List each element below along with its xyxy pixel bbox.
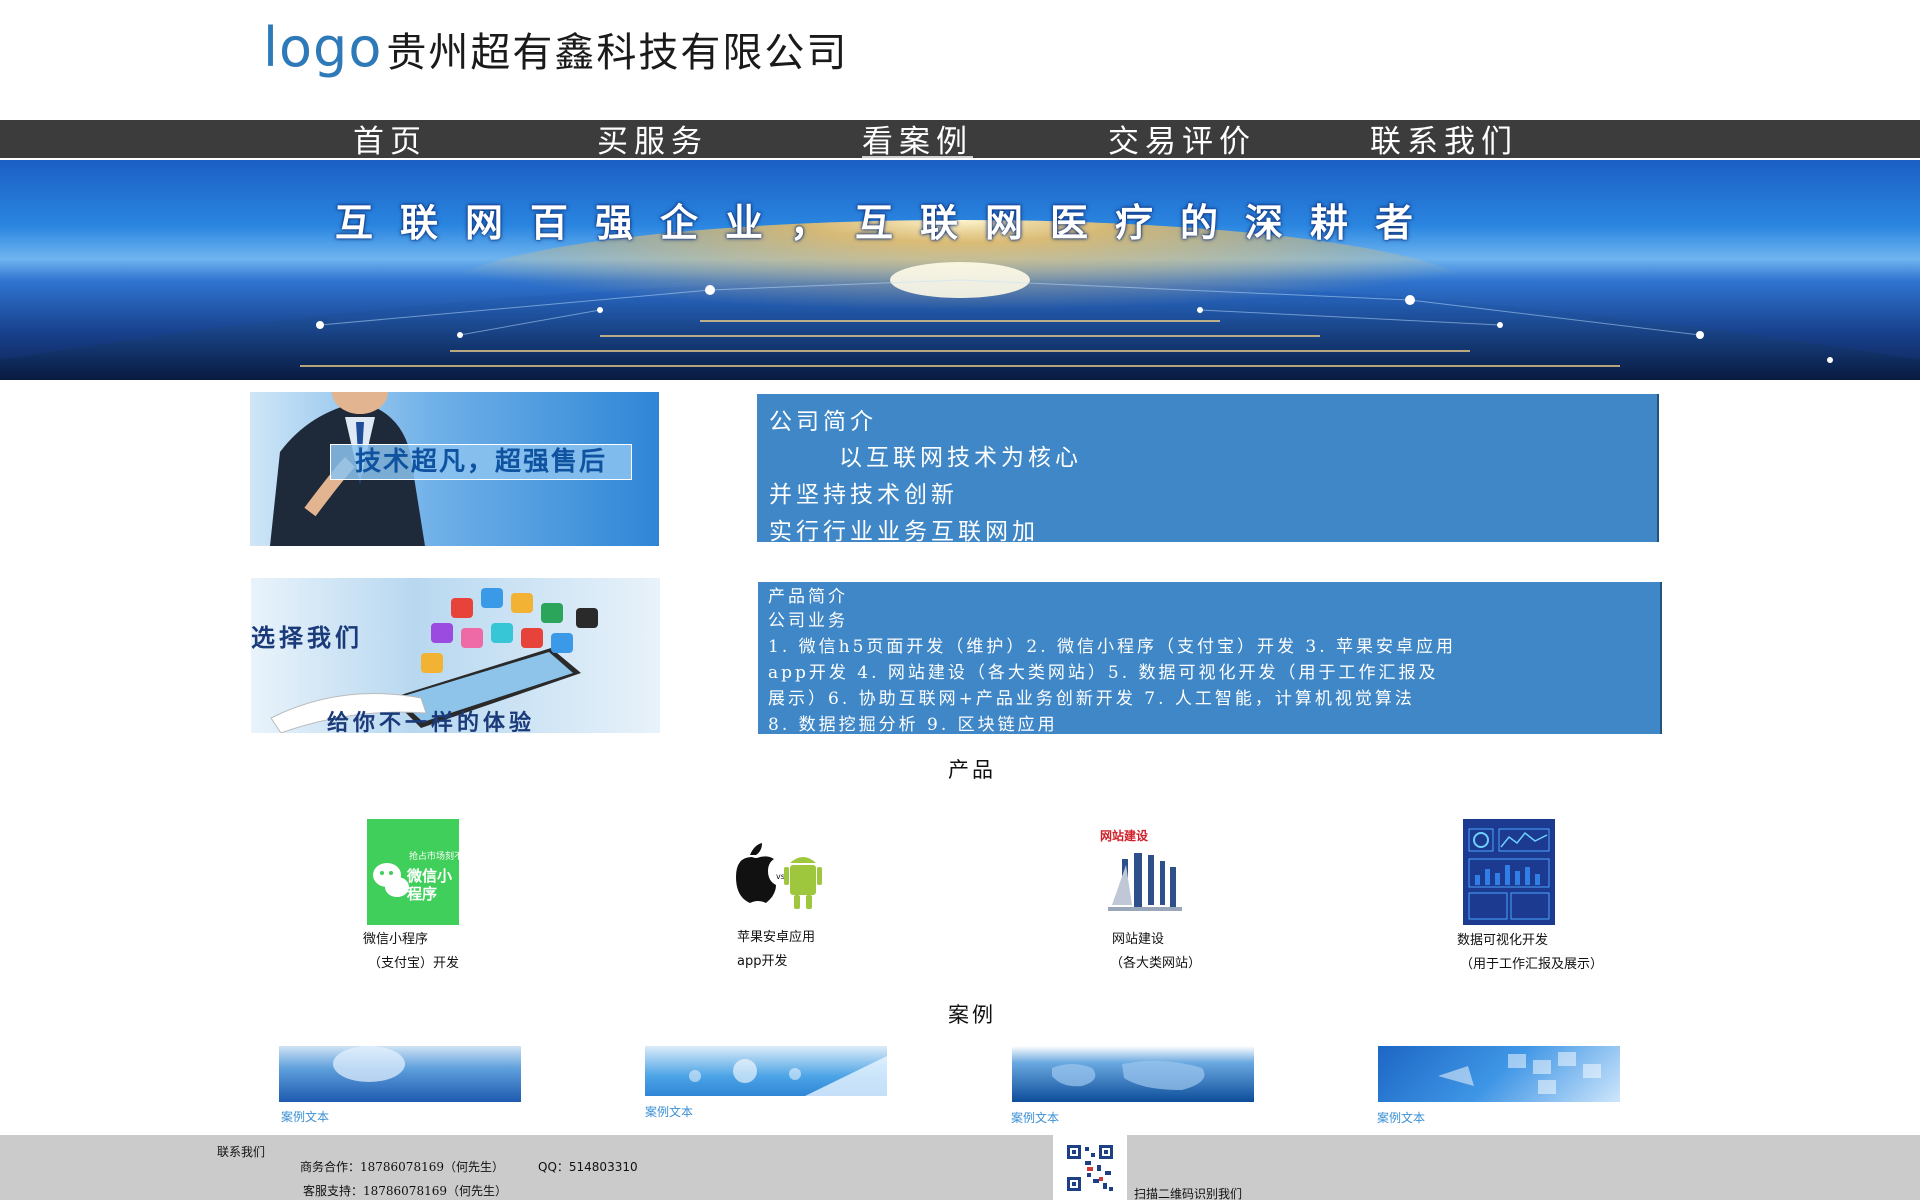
company-intro-line-1: 以互联网技术为核心	[839, 445, 1082, 471]
image1-caption: 技术超凡，超强售后	[330, 444, 632, 480]
banner-title: 互联网百强企业，互联网医疗的深耕者	[335, 200, 1441, 245]
nav-item-contact[interactable]: 联系我们	[1370, 120, 1518, 160]
qr-code-icon	[1067, 1145, 1113, 1191]
tiles-image	[1438, 1052, 1601, 1094]
nav-item-cases[interactable]: 看案例	[862, 120, 973, 160]
product-dashboard-line2: （用于工作汇报及展示）	[1460, 957, 1604, 972]
case-image-3[interactable]	[1012, 1046, 1254, 1102]
product-dashboard-line1: 数据可视化开发	[1457, 933, 1549, 948]
intro-image-businessman: 技术超凡，超强售后	[250, 392, 659, 546]
case-label-1[interactable]: 案例文本	[281, 1108, 329, 1125]
product-dashboard-image[interactable]	[1463, 819, 1555, 925]
network-image	[689, 1056, 887, 1096]
product-intro-line-4: 8. 数据挖掘分析 9. 区块链应用	[768, 715, 1058, 735]
case-image-1[interactable]	[279, 1046, 521, 1102]
qr-code	[1053, 1135, 1127, 1200]
product-wechat-line2: （支付宝）开发	[368, 956, 460, 971]
cases-heading: 案例	[948, 1003, 996, 1027]
case-label-2[interactable]: 案例文本	[645, 1103, 693, 1120]
case-image-2[interactable]	[645, 1046, 887, 1096]
case-image-4[interactable]	[1378, 1046, 1620, 1102]
world-map-image	[1052, 1060, 1205, 1090]
intro-image-tablet: 选择我们 给你不一样的体验	[251, 578, 660, 733]
product-app-image[interactable]: vs	[732, 835, 822, 915]
product-intro-line-3: 展示）6. 协助互联网+产品业务创新开发 7. 人工智能，计算机视觉算法	[768, 689, 1415, 709]
case-label-4[interactable]: 案例文本	[1377, 1109, 1425, 1126]
nav-item-reviews[interactable]: 交易评价	[1108, 120, 1256, 160]
company-intro-line-2: 并坚持技术创新	[769, 482, 958, 508]
product-website-line2: （各大类网站）	[1110, 956, 1202, 971]
company-name: 贵州超有鑫科技有限公司	[386, 30, 849, 76]
image2-caption-top: 选择我们	[251, 623, 363, 652]
globe-image	[333, 1046, 405, 1082]
company-intro-panel: 公司简介 以互联网技术为核心 并坚持技术创新 实行行业业务互联网加	[757, 394, 1659, 545]
hero-banner: 互联网百强企业，互联网医疗的深耕者	[0, 160, 1920, 380]
case-label-3[interactable]: 案例文本	[1011, 1109, 1059, 1126]
product-app-line1: 苹果安卓应用	[737, 930, 816, 945]
product-intro-subtitle: 公司业务	[768, 611, 848, 631]
footer	[0, 1135, 1920, 1200]
products-heading: 产品	[948, 758, 996, 782]
wechat-image-text: 微信小程序	[407, 867, 453, 903]
dashboard-icon	[1468, 828, 1550, 920]
product-website-image[interactable]: 网站建设	[1098, 825, 1190, 917]
footer-contact-title: 联系我们	[217, 1145, 266, 1159]
logo-mark: logo	[263, 16, 383, 79]
main-nav: 首页 买服务 看案例 交易评价 联系我们	[0, 120, 1920, 160]
image2-caption-bottom: 给你不一样的体验	[327, 710, 536, 733]
product-website-line1: 网站建设	[1112, 932, 1165, 947]
nav-item-home[interactable]: 首页	[353, 120, 427, 160]
product-wechat-line1: 微信小程序	[363, 932, 429, 947]
footer-business-contact: 商务合作：18786078169（何先生）	[300, 1160, 504, 1174]
company-intro-title: 公司简介	[769, 409, 877, 435]
logo[interactable]: logo 贵州超有鑫科技有限公司	[263, 16, 849, 79]
footer-qr-caption: 扫描二维码识别我们	[1134, 1187, 1243, 1201]
product-intro-line-2: app开发 4. 网站建设（各大类网站）5. 数据可视化开发（用于工作汇报及	[768, 663, 1439, 683]
product-intro-panel: 产品简介 公司业务 1. 微信h5页面开发（维护）2. 微信小程序（支付宝）开发…	[758, 582, 1662, 735]
product-app-line2: app开发	[737, 954, 788, 969]
vs-text: vs	[776, 872, 785, 881]
www-icon	[1108, 853, 1182, 911]
wechat-image-text-small: 抢占市场刻不容缓	[409, 852, 482, 862]
nav-item-buy-service[interactable]: 买服务	[597, 120, 708, 160]
product-wechat-image[interactable]: 抢占市场刻不容缓 微信小程序	[367, 819, 481, 925]
product-intro-title: 产品简介	[768, 587, 848, 607]
apple-android-icon: vs	[736, 843, 822, 909]
footer-qq: QQ：514803310	[538, 1160, 638, 1174]
company-intro-line-3: 实行行业业务互联网加	[769, 519, 1039, 545]
product-intro-line-1: 1. 微信h5页面开发（维护）2. 微信小程序（支付宝）开发 3. 苹果安卓应用	[768, 637, 1457, 657]
footer-support-contact: 客服支持：18786078169（何先生）	[303, 1184, 507, 1198]
